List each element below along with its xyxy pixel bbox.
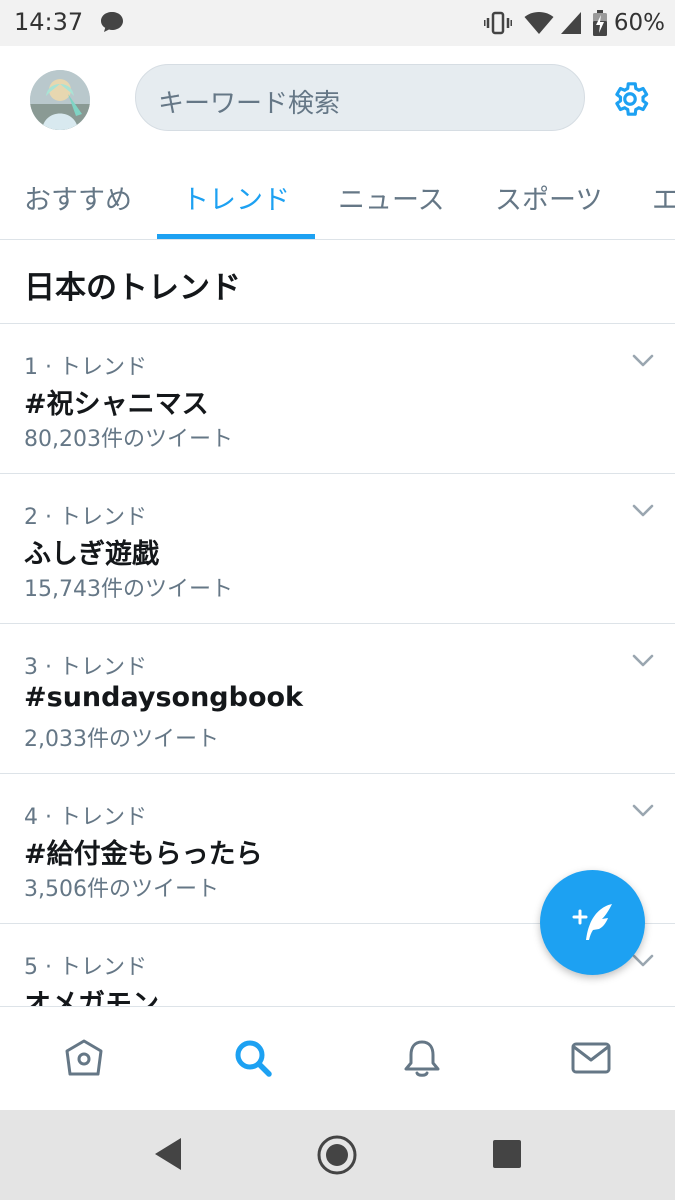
search-placeholder: キーワード検索	[158, 89, 341, 119]
trend-tweet-count: 80,203件のツイート	[24, 427, 233, 452]
trend-tweet-count: 15,743件のツイート	[24, 577, 233, 602]
vibrate-icon	[483, 11, 512, 35]
section-title: 日本のトレンド	[24, 270, 241, 306]
trend-name: #給付金もらったら	[24, 839, 263, 870]
tab-trends[interactable]: トレンド	[182, 178, 290, 217]
active-tab-indicator	[157, 234, 315, 239]
status-time: 14:37	[14, 8, 84, 36]
system-navigation-bar	[0, 1110, 675, 1200]
trend-rank: 5 · トレンド	[24, 955, 147, 980]
back-icon[interactable]	[153, 1136, 183, 1172]
trend-name: #sundaysongbook	[24, 682, 304, 713]
trend-rank: 1 · トレンド	[24, 355, 147, 380]
chevron-down-icon[interactable]	[632, 504, 654, 518]
avatar[interactable]	[30, 70, 90, 130]
chevron-down-icon[interactable]	[632, 804, 654, 818]
bottom-navigation	[0, 1006, 675, 1110]
tab-news[interactable]: ニュース	[338, 178, 445, 217]
trend-name: ふしぎ遊戯	[24, 539, 159, 570]
search-input[interactable]: キーワード検索	[135, 64, 585, 131]
battery-percent: 60%	[613, 10, 665, 36]
home-icon[interactable]	[63, 1037, 105, 1079]
status-bar: 14:37 60%	[0, 0, 675, 46]
trend-rank: 4 · トレンド	[24, 805, 147, 830]
search-icon[interactable]	[232, 1037, 274, 1079]
tab-sports[interactable]: スポーツ	[495, 178, 602, 217]
trend-tweet-count: 3,506件のツイート	[24, 877, 219, 902]
cellular-icon	[560, 11, 582, 35]
trend-name: #祝シャニマス	[24, 389, 209, 420]
tab-recommended[interactable]: おすすめ	[24, 178, 132, 217]
tab-entertainment[interactable]: エ	[652, 178, 675, 217]
chevron-down-icon[interactable]	[632, 954, 654, 968]
trend-item[interactable]: 1 · トレンド #祝シャニマス 80,203件のツイート	[0, 324, 675, 474]
trend-item[interactable]: 3 · トレンド #sundaysongbook 2,033件のツイート	[0, 624, 675, 774]
mail-icon[interactable]	[570, 1037, 612, 1079]
chat-bubble-icon	[100, 11, 124, 37]
battery-charging-icon	[592, 10, 608, 36]
explore-tabs: おすすめ トレンド ニュース スポーツ エ	[0, 150, 675, 240]
compose-tweet-button[interactable]	[540, 870, 645, 975]
recents-icon[interactable]	[492, 1139, 522, 1169]
wifi-icon	[524, 11, 554, 35]
trend-rank: 2 · トレンド	[24, 505, 147, 530]
home-circle-icon[interactable]	[316, 1134, 358, 1176]
chevron-down-icon[interactable]	[632, 654, 654, 668]
bell-icon[interactable]	[401, 1037, 443, 1079]
compose-tweet-icon	[572, 904, 612, 940]
app-header: キーワード検索	[0, 46, 675, 150]
trend-item[interactable]: 2 · トレンド ふしぎ遊戯 15,743件のツイート	[0, 474, 675, 624]
trend-rank: 3 · トレンド	[24, 655, 147, 680]
gear-icon[interactable]	[609, 78, 651, 120]
trend-name: オメガモン	[24, 989, 159, 1006]
chevron-down-icon[interactable]	[632, 354, 654, 368]
trend-tweet-count: 2,033件のツイート	[24, 727, 219, 752]
